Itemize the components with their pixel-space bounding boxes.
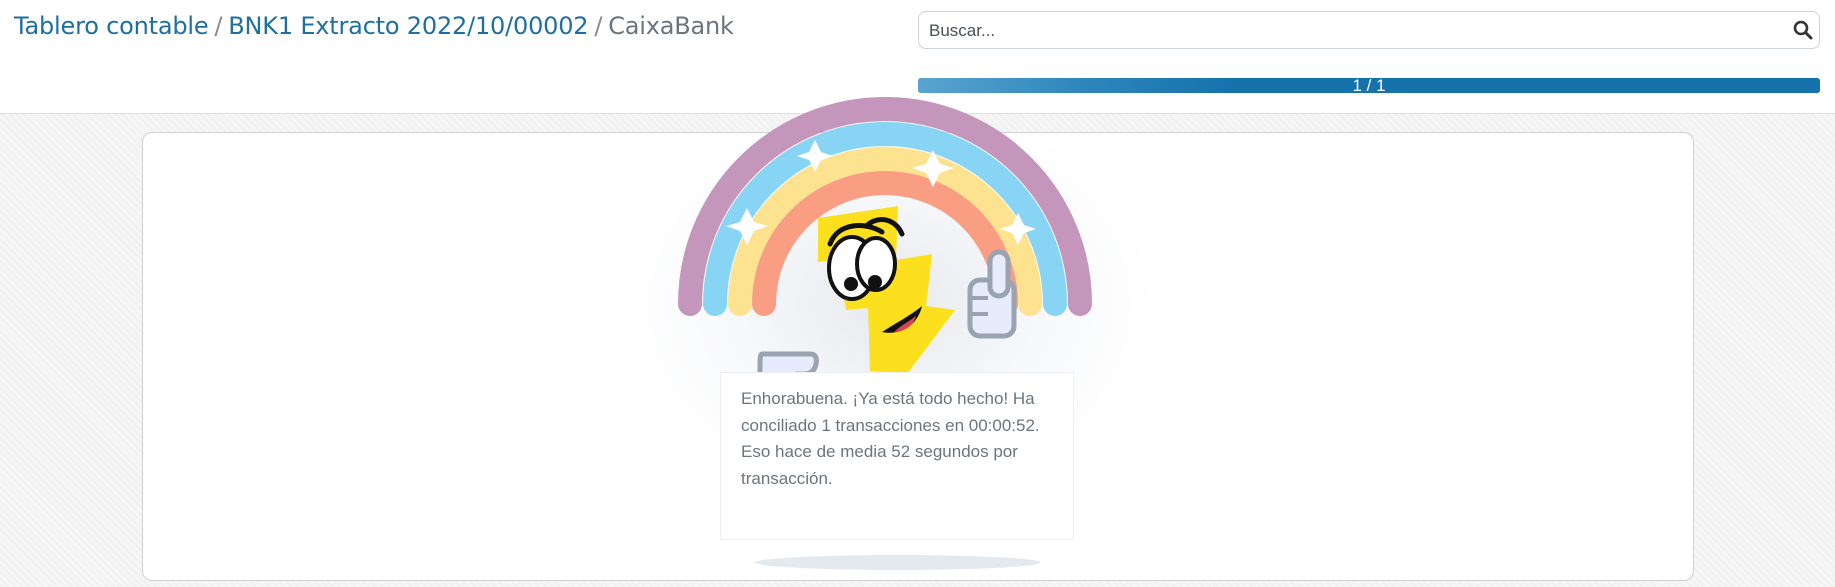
search-input[interactable] — [927, 12, 1791, 50]
ground-shadow — [755, 555, 1040, 570]
completion-message: Enhorabuena. ¡Ya está todo hecho! Ha con… — [741, 389, 1040, 488]
breadcrumb: Tablero contable / BNK1 Extracto 2022/10/0… — [14, 12, 734, 40]
search-icon[interactable] — [1793, 20, 1813, 40]
thumbs-up-hand — [967, 249, 1017, 339]
breadcrumb-separator: / — [594, 12, 603, 40]
search-box — [918, 11, 1820, 50]
completion-message-box: Enhorabuena. ¡Ya está todo hecho! Ha con… — [720, 372, 1074, 540]
breadcrumb-accounting-dashboard[interactable]: Tablero contable — [14, 12, 209, 40]
progress-label: 1 / 1 — [1352, 78, 1386, 93]
breadcrumb-bank-statement[interactable]: BNK1 Extracto 2022/10/00002 — [228, 12, 588, 40]
reconciliation-progress-bar: 1 / 1 — [918, 78, 1820, 93]
rainbow-mascot-illustration — [678, 97, 1092, 396]
breadcrumb-current: CaixaBank — [608, 12, 734, 40]
breadcrumb-separator: / — [214, 12, 223, 40]
